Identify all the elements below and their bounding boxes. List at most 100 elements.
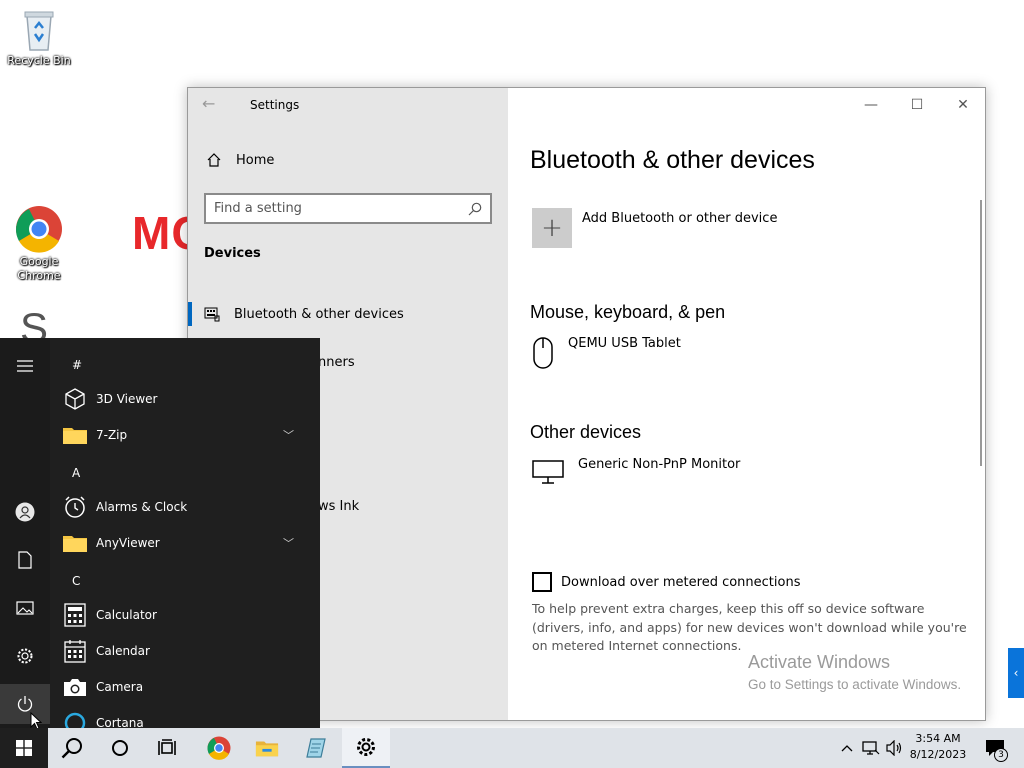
notepad-icon [306,738,326,758]
taskbar-search-button[interactable] [48,728,96,768]
hamburger-icon [17,360,33,372]
search-icon [468,202,482,215]
speaker-icon [886,740,902,756]
nav-item-label: nners [318,354,355,370]
add-device-button[interactable]: + Add Bluetooth or other device [532,208,777,248]
network-icon [862,741,880,755]
desktop-icon-chrome[interactable]: Google Chrome [3,205,75,283]
notification-count-badge: 3 [994,748,1008,762]
calendar-icon [62,638,88,664]
chrome-icon [16,206,62,253]
activate-windows-watermark: Activate Windows Go to Settings to activ… [748,652,961,692]
app-group-header[interactable]: C [72,574,80,588]
cortana-circle-icon [112,740,128,756]
user-account-button[interactable] [0,492,50,532]
chevron-down-icon[interactable]: ﹀ [283,427,294,443]
camera-icon [62,674,88,700]
documents-button[interactable] [0,540,50,580]
app-label: 3D Viewer [96,392,158,406]
taskbar: 3:54 AM 8/12/2023 3 [0,728,1024,768]
app-label: Camera [96,680,144,694]
hamburger-menu-button[interactable] [0,346,50,386]
close-button[interactable]: ✕ [940,94,986,116]
nav-item-bluetooth[interactable]: Bluetooth & other devices [188,298,508,330]
section-mouse-keyboard-pen: Mouse, keyboard, & pen [530,302,726,322]
desktop-icon-label: Google Chrome [17,255,61,282]
metered-connections-label: Download over metered connections [561,574,801,590]
search-box[interactable] [204,193,492,224]
taskbar-file-explorer-button[interactable] [243,728,291,768]
taskbar-cortana-button[interactable] [96,728,144,768]
side-panel-tab[interactable]: ‹ [1008,648,1024,698]
nav-home[interactable]: Home [206,152,274,168]
content-scrollbar[interactable] [980,200,982,466]
chevron-left-icon: ‹ [1013,666,1019,680]
watermark-line2: Go to Settings to activate Windows. [748,677,962,692]
app-item-3d-viewer[interactable]: 3D Viewer [62,383,308,415]
3d-viewer-icon [62,386,88,412]
maximize-button[interactable]: ☐ [894,94,940,116]
nav-section-devices: Devices [204,246,261,261]
app-group-header[interactable]: A [72,466,80,480]
gear-icon [357,738,375,756]
app-label: 7-Zip [96,428,128,442]
taskbar-settings-button[interactable] [342,728,390,768]
app-label: Calculator [96,608,157,622]
back-arrow-icon[interactable]: ← [202,94,215,113]
app-item-calendar[interactable]: Calendar [62,635,308,667]
app-item-alarms-clock[interactable]: Alarms & Clock [62,491,308,523]
app-group-header[interactable]: # [72,358,82,372]
cortana-icon [62,710,88,728]
search-input[interactable] [214,201,444,216]
app-label: Alarms & Clock [96,500,188,514]
add-device-label: Add Bluetooth or other device [582,211,778,226]
app-item-anyviewer[interactable]: AnyViewer ﹀ [62,527,308,559]
device-item-monitor[interactable]: Generic Non-PnP Monitor [532,457,740,485]
folder-icon [62,422,88,448]
app-item-7zip[interactable]: 7-Zip ﹀ [62,419,308,451]
app-item-camera[interactable]: Camera [62,671,308,703]
start-button[interactable] [0,728,48,768]
clock-date: 8/12/2023 [909,748,967,761]
plus-icon: + [532,208,572,248]
bluetooth-keyboard-icon [204,307,220,322]
section-other-devices: Other devices [530,422,642,442]
calculator-icon [62,602,88,628]
task-view-button[interactable] [144,728,192,768]
chrome-icon [207,736,231,760]
recycle-bin-icon [24,11,54,51]
start-menu: # 3D Viewer 7-Zip ﹀ A Alarms & Clock Any… [0,338,320,728]
app-label: AnyViewer [96,536,160,550]
app-item-cortana[interactable]: Cortana [62,707,308,728]
nav-item-label: Bluetooth & other devices [234,306,404,322]
minimize-button[interactable]: — [848,94,894,116]
chevron-down-icon[interactable]: ﹀ [283,535,294,551]
app-item-calculator[interactable]: Calculator [62,599,308,631]
metered-connections-checkbox[interactable] [532,572,552,592]
nav-item-label: ws Ink [318,498,360,514]
network-button[interactable] [860,728,882,768]
clock-time: 3:54 AM [915,732,961,745]
taskbar-chrome-button[interactable] [195,728,243,768]
desktop-icon-recycle-bin[interactable]: Recycle Bin [3,6,75,68]
taskbar-app-button[interactable] [292,728,340,768]
app-label: Cortana [96,716,144,728]
metered-connections-checkbox-row[interactable]: Download over metered connections [532,572,800,592]
document-icon [18,551,32,569]
search-icon [61,738,82,759]
taskbar-clock[interactable]: 3:54 AM 8/12/2023 [904,731,972,763]
alarm-clock-icon [62,494,88,520]
settings-button[interactable] [0,636,50,676]
metered-help-text: To help prevent extra charges, keep this… [532,601,967,653]
device-item-mouse[interactable]: QEMU USB Tablet [532,336,681,370]
window-title: Settings [250,98,300,112]
show-hidden-icons-button[interactable] [838,728,856,768]
task-view-icon [158,739,176,755]
action-center-button[interactable]: 3 [980,728,1010,768]
pictures-button[interactable] [0,588,50,628]
power-button[interactable] [0,684,50,724]
folder-icon [62,530,88,556]
settings-content: — ☐ ✕ Bluetooth & other devices + Add Bl… [508,88,985,720]
gear-icon [17,648,33,664]
volume-button[interactable] [884,728,906,768]
